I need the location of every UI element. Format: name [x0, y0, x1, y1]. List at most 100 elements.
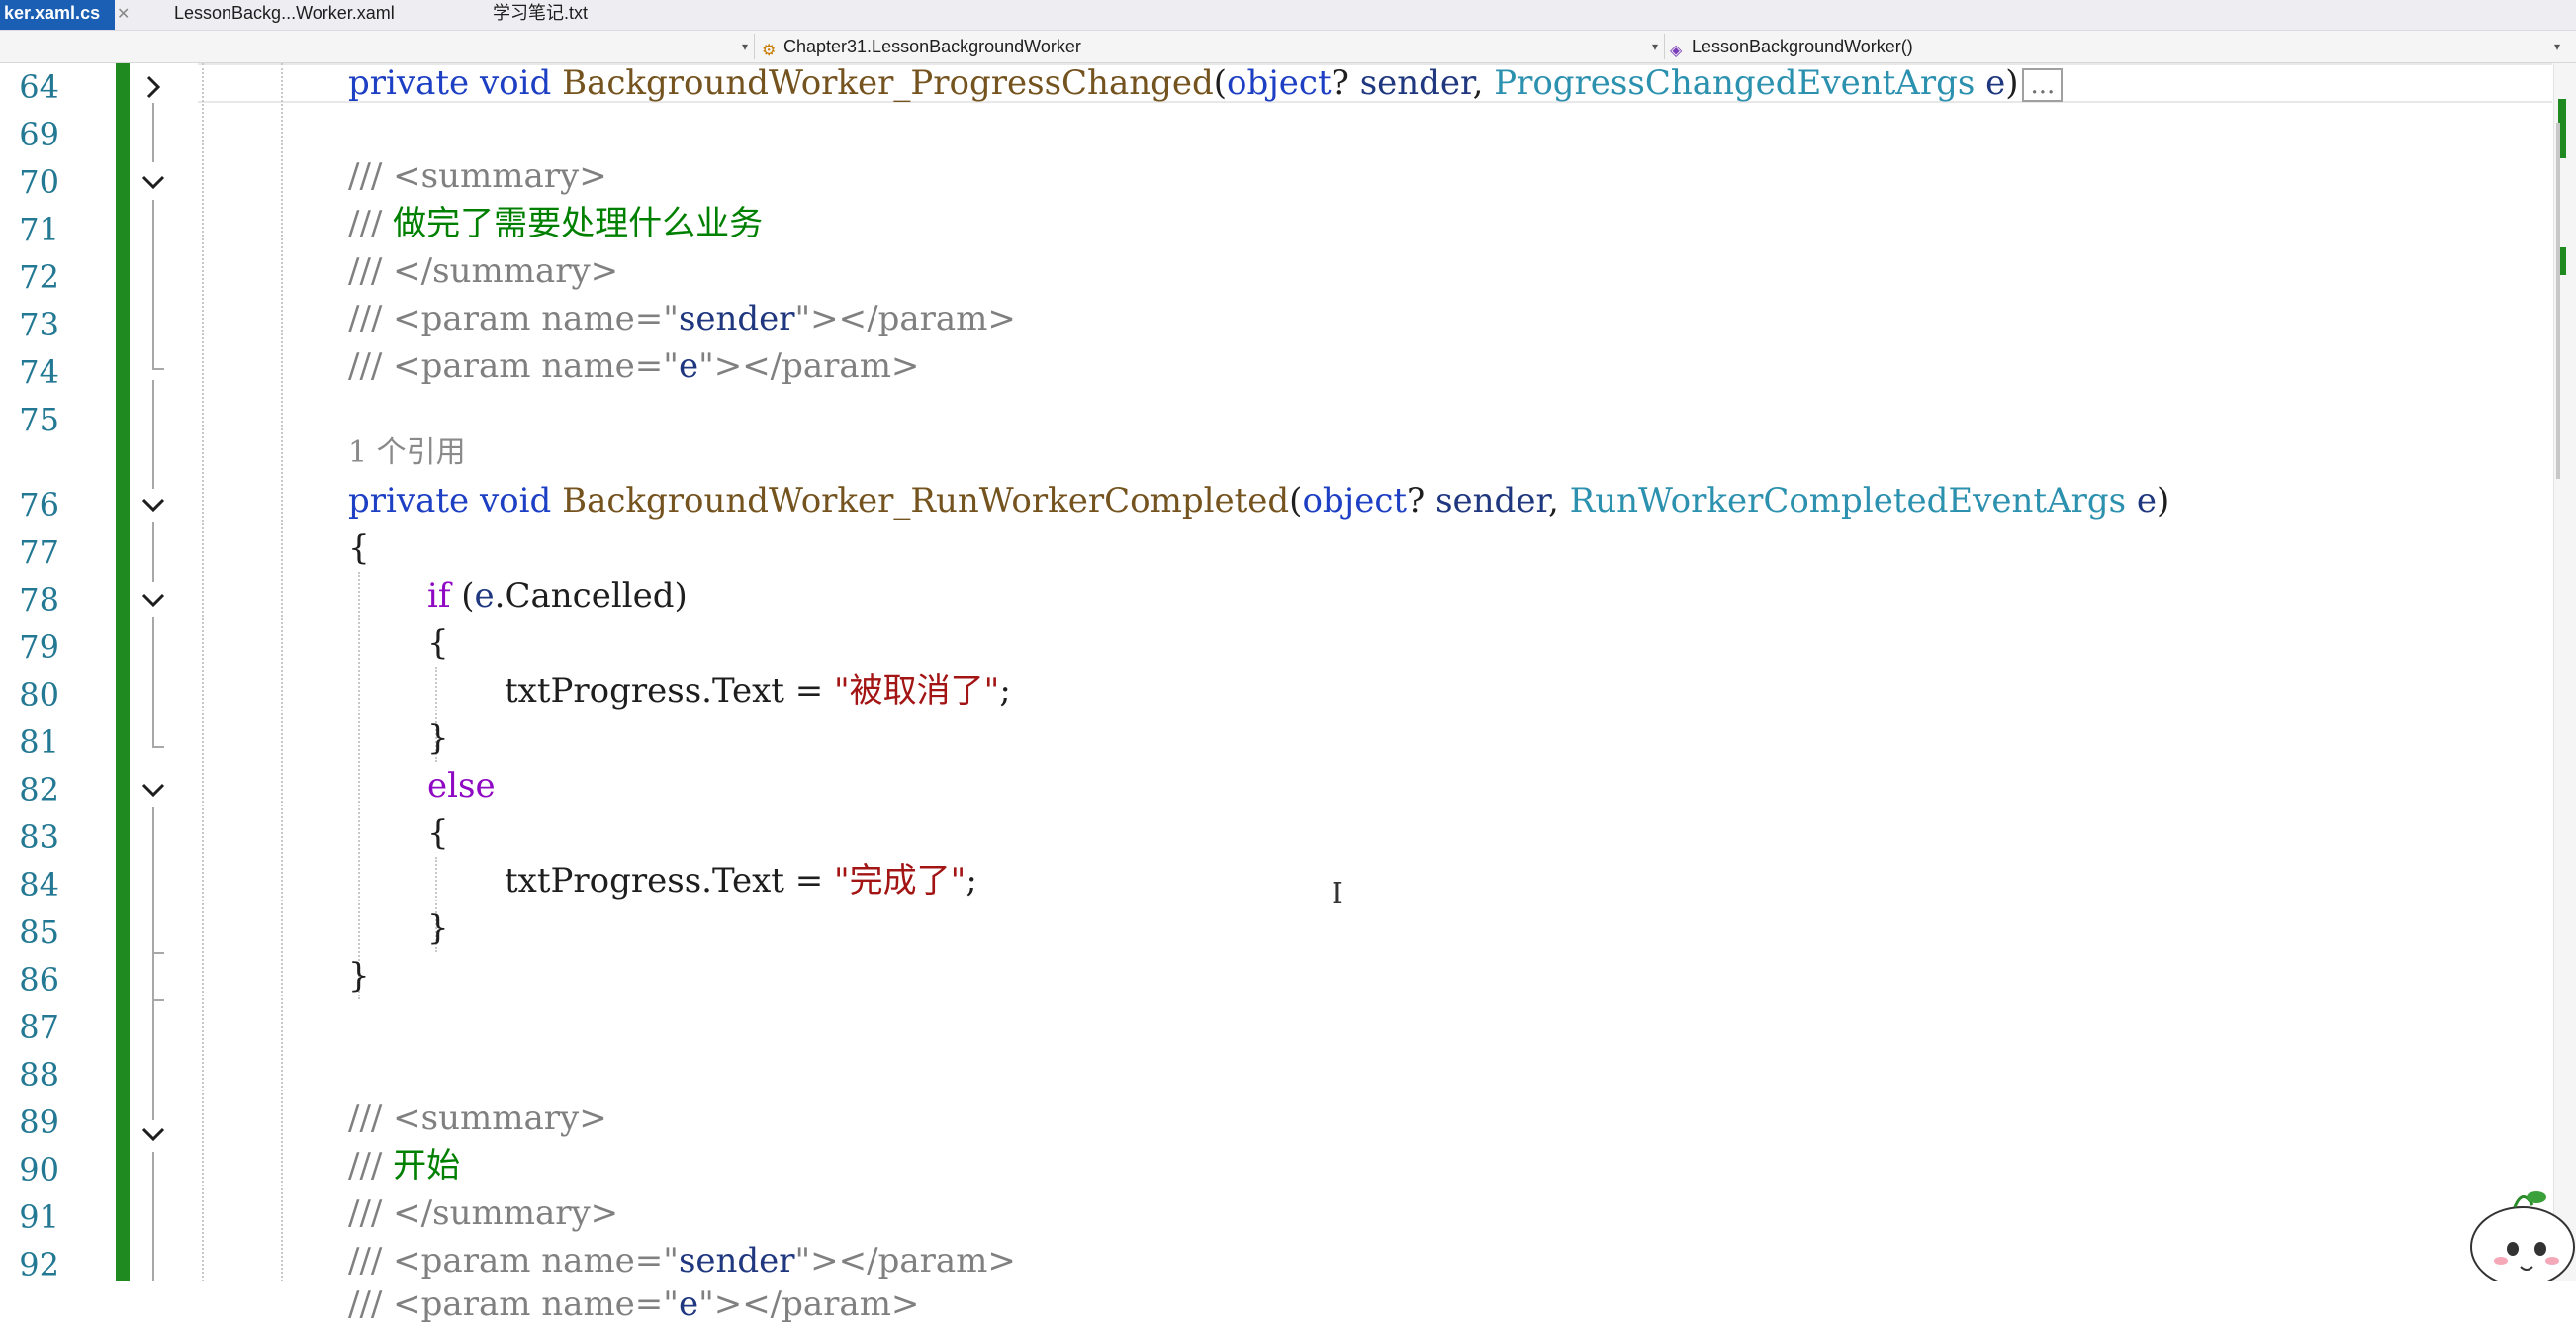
doc-comment-text: 做完了需要处理什么业务 [382, 204, 764, 243]
code-line-89[interactable]: /// 开始 [348, 1142, 460, 1189]
string-literal: "完成了" [834, 861, 966, 901]
punct: ( [450, 576, 475, 616]
doc-comment-slashes: /// [348, 1241, 383, 1281]
code-editor[interactable]: 64 69 70 71 72 73 74 75 76 77 78 79 80 8… [0, 63, 2576, 1324]
line-number: 69 [19, 116, 59, 153]
chevron-down-icon[interactable] [138, 775, 168, 805]
code-line-72[interactable]: /// </summary> [348, 247, 618, 295]
fold-guide-line [152, 1011, 154, 1120]
xml-param-name: sender [678, 299, 795, 338]
doc-comment-slashes: /// [348, 346, 383, 386]
line-number: 71 [19, 211, 59, 248]
keyword: private [348, 481, 470, 521]
member-dropdown-value: LessonBackgroundWorker() [1692, 37, 1913, 56]
method-name: BackgroundWorker_ProgressChanged [562, 63, 1214, 103]
chevron-right-icon[interactable] [138, 72, 168, 102]
xml-doc-tag: </summary> [382, 1193, 619, 1233]
vertical-scrollbar[interactable] [2553, 63, 2576, 1281]
line-number: 84 [19, 866, 59, 903]
indent-guide [358, 572, 360, 999]
fold-guide-line [152, 200, 154, 370]
code-line-86[interactable]: } [348, 952, 370, 999]
punct: ? [1407, 481, 1436, 521]
doc-comment-slashes: /// [348, 1146, 383, 1186]
parameter: sender [1359, 63, 1473, 103]
punct [2126, 481, 2137, 521]
code-line-90[interactable]: /// </summary> [348, 1189, 618, 1237]
chevron-down-icon[interactable] [138, 167, 168, 197]
line-number: 64 [19, 68, 59, 106]
scrollbar-thumb[interactable] [2556, 123, 2560, 479]
tab-notes-document[interactable]: 学习笔记.txt [493, 0, 588, 30]
close-icon[interactable]: ✕ [117, 4, 130, 24]
chevron-down-icon[interactable] [138, 585, 168, 615]
punct: ( [1289, 481, 1303, 521]
line-number: 88 [19, 1056, 59, 1093]
code-line-80[interactable]: txtProgress.Text = "被取消了"; [505, 667, 1011, 714]
fold-end-marker [152, 746, 164, 748]
parameter: e [2136, 481, 2158, 521]
line-number: 74 [19, 353, 59, 391]
tab-active-document[interactable]: ker.xaml.cs [0, 0, 115, 30]
code-line-77[interactable]: { [348, 524, 370, 572]
code-line-79[interactable]: { [427, 619, 449, 667]
code-line-81[interactable]: } [427, 714, 449, 762]
xml-doc-tag: <param name=" [382, 1284, 679, 1324]
collapsed-region-button[interactable]: ... [2022, 68, 2064, 102]
code-line-74[interactable]: /// <param name="e"></param> [348, 342, 919, 390]
member-dropdown[interactable]: ◈ LessonBackgroundWorker() ▾ [1670, 34, 2566, 59]
code-line-70[interactable]: /// <summary> [348, 152, 607, 200]
xml-doc-tag: <summary> [382, 1098, 607, 1138]
indent-guide [281, 63, 283, 1281]
punct: ( [1213, 63, 1228, 103]
statement: txtProgress.Text = [505, 671, 835, 711]
code-line-82[interactable]: else [427, 762, 496, 809]
code-line-83[interactable]: { [427, 809, 449, 857]
code-line-71[interactable]: /// 做完了需要处理什么业务 [348, 200, 763, 247]
xml-param-name: sender [678, 1241, 795, 1281]
method-name: BackgroundWorker_RunWorkerCompleted [562, 481, 1290, 521]
keyword: if [427, 576, 451, 616]
tab-label: 学习笔记.txt [493, 3, 589, 23]
xml-doc-tag: </summary> [382, 251, 619, 291]
xml-doc-tag: "></param> [698, 346, 920, 386]
text-cursor-icon: I [1332, 877, 1343, 911]
line-number: 78 [19, 581, 59, 618]
code-line-91[interactable]: /// <param name="sender"></param> [348, 1237, 1016, 1284]
line-number: 73 [19, 306, 59, 343]
keyword: object [1227, 63, 1332, 103]
chevron-down-icon[interactable] [138, 1119, 168, 1149]
tab-xaml-document[interactable]: LessonBackg...Worker.xaml [174, 0, 395, 30]
code-line-78[interactable]: if (e.Cancelled) [427, 572, 688, 619]
fold-guide-line [152, 103, 154, 162]
code-line-64[interactable]: private void BackgroundWorker_ProgressCh… [348, 59, 2064, 107]
code-line-76[interactable]: private void BackgroundWorker_RunWorkerC… [348, 477, 2169, 524]
doc-comment-text: 开始 [382, 1146, 461, 1186]
type-name: ProgressChangedEventArgs [1494, 63, 1976, 103]
code-line-84[interactable]: txtProgress.Text = "完成了"; [505, 857, 977, 904]
xml-doc-tag: <param name=" [382, 1241, 679, 1281]
code-line-85[interactable]: } [427, 904, 449, 952]
string-literal: "被取消了" [834, 671, 1000, 711]
fold-end-marker [152, 368, 164, 370]
project-dropdown[interactable]: ▾ [4, 34, 755, 59]
xml-doc-tag: "></param> [698, 1284, 920, 1324]
doc-comment-slashes: /// [348, 299, 383, 338]
xml-doc-tag: <param name=" [382, 346, 679, 386]
class-dropdown[interactable]: ⚙ Chapter31.LessonBackgroundWorker ▾ [762, 34, 1665, 59]
chevron-down-icon[interactable] [138, 490, 168, 520]
code-line-88[interactable]: /// <summary> [348, 1094, 607, 1142]
keyword: else [427, 766, 496, 806]
statement: txtProgress.Text = [505, 861, 835, 901]
codelens-references[interactable]: 1 个引用 [348, 429, 466, 477]
keyword: private [348, 63, 470, 103]
code-line-92[interactable]: /// <param name="e"></param> [348, 1281, 919, 1328]
doc-comment-slashes: /// [348, 156, 383, 196]
line-number: 85 [19, 913, 59, 951]
tab-label: ker.xaml.cs [4, 3, 101, 23]
parameter: sender [1435, 481, 1548, 521]
line-number: 81 [19, 723, 59, 761]
punct: , [1547, 481, 1570, 521]
code-line-73[interactable]: /// <param name="sender"></param> [348, 295, 1016, 342]
line-number: 83 [19, 818, 59, 856]
